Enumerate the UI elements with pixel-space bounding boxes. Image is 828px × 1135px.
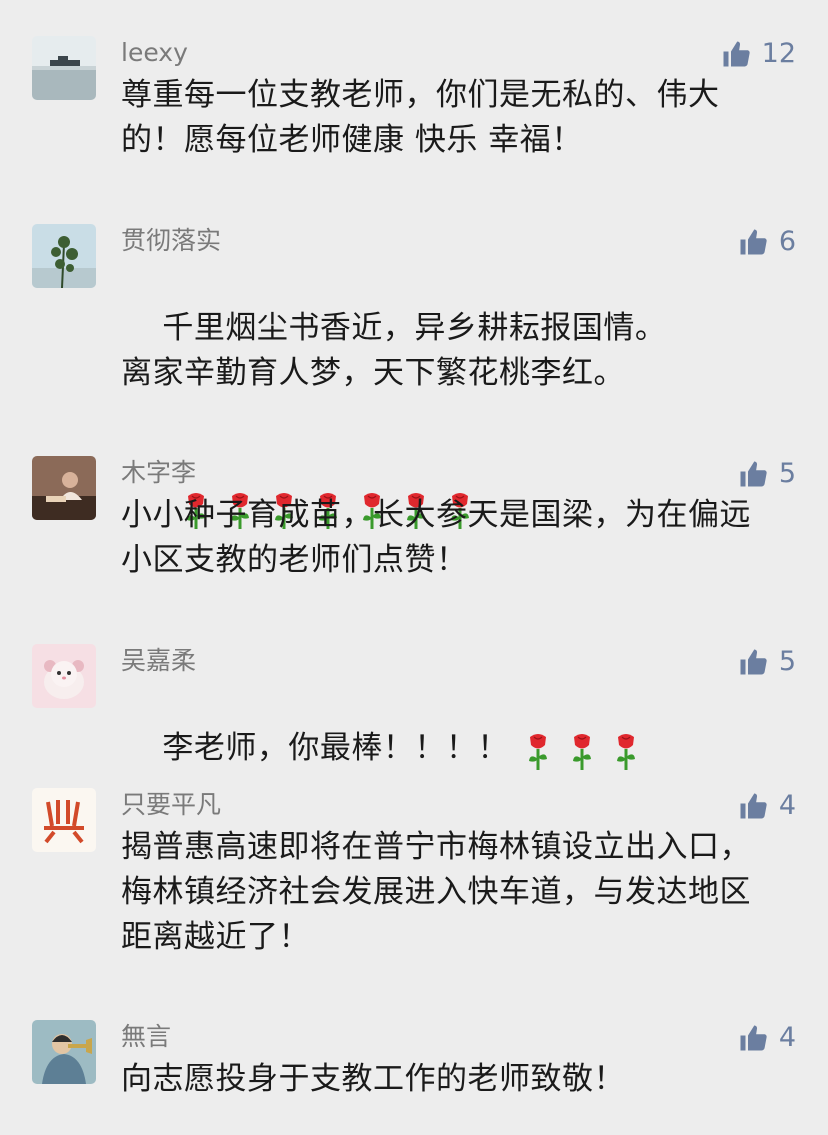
thumbs-up-icon (740, 461, 767, 487)
thumbs-up-icon (740, 1025, 767, 1051)
thumbs-up-icon (723, 41, 750, 67)
like-count: 12 (761, 38, 796, 69)
avatar[interactable] (32, 788, 96, 852)
rose-emoji-row (525, 727, 657, 772)
like-count: 4 (778, 790, 796, 821)
comment-item: 木字李 5 小小种子育成苗，长大参天是国梁，为在偏远 小区支教的老师们点赞！ (0, 456, 828, 596)
avatar[interactable] (32, 36, 96, 100)
thumbs-up-icon (740, 229, 767, 255)
person-reading-avatar (32, 456, 96, 520)
avatar[interactable] (32, 456, 96, 520)
avatar[interactable] (32, 224, 96, 288)
like-count: 5 (778, 458, 796, 489)
like-button[interactable]: 4 (738, 1022, 796, 1054)
comment-item: 贯彻落实 6 千里烟尘书香近，异乡耕耘报国情。 离家辛勤育人梦，天下繁花桃李红。 (0, 224, 828, 529)
like-button[interactable]: 4 (738, 790, 796, 822)
hamster-cartoon-avatar (32, 644, 96, 708)
person-with-trumpet-avatar (32, 1020, 96, 1084)
comment-text: 向志愿投身于支教工作的老师致敬！ (121, 1061, 625, 1097)
nickname[interactable]: 吴嘉柔 (121, 646, 196, 676)
like-count: 6 (778, 226, 796, 257)
like-button[interactable]: 5 (738, 458, 796, 490)
like-button[interactable]: 5 (738, 646, 796, 678)
thumbs-up-icon (740, 649, 767, 675)
calligraphy-character-avatar (32, 788, 96, 852)
rose-emoji (528, 733, 547, 770)
comment-item: 只要平凡 4 揭普惠高速即将在普宁市梅林镇设立出入口， 梅林镇经济社会发展进入快… (0, 788, 828, 968)
ship-on-sea-avatar (32, 36, 96, 100)
comment-text-content: 千里烟尘书香近，异乡耕耘报国情。 离家辛勤育人梦，天下繁花桃李红。 (121, 310, 667, 391)
comment-text-content: 李老师，你最棒！！！！ (162, 730, 509, 766)
nickname[interactable]: 贯彻落实 (121, 226, 221, 256)
plant-silhouette-avatar (32, 224, 96, 288)
like-button[interactable]: 6 (738, 226, 796, 258)
like-count: 4 (778, 1022, 796, 1053)
like-button[interactable]: 12 (721, 38, 796, 70)
nickname[interactable]: 無言 (121, 1022, 171, 1052)
rose-emoji (572, 733, 591, 770)
rose-emoji (616, 733, 635, 770)
thumbs-up-icon (740, 793, 767, 819)
nickname[interactable]: 木字李 (121, 458, 196, 488)
comment-item: 無言 4 向志愿投身于支教工作的老师致敬！ (0, 1020, 828, 1120)
comment-text: 尊重每一位支教老师，你们是无私的、伟大 的！愿每位老师健康 快乐 幸福！ (121, 77, 720, 158)
avatar[interactable] (32, 644, 96, 708)
nickname[interactable]: 只要平凡 (121, 790, 221, 820)
nickname[interactable]: leexy (121, 38, 188, 68)
avatar[interactable] (32, 1020, 96, 1084)
comment-text: 揭普惠高速即将在普宁市梅林镇设立出入口， 梅林镇经济社会发展进入快车道，与发达地… (121, 829, 751, 955)
comment-text: 小小种子育成苗，长大参天是国梁，为在偏远 小区支教的老师们点赞！ (121, 497, 751, 578)
like-count: 5 (778, 646, 796, 677)
comment-item: 吴嘉柔 5 李老师，你最棒！！！！ (0, 644, 828, 770)
comment-item: leexy 12 尊重每一位支教老师，你们是无私的、伟大 的！愿每位老师健康 快… (0, 36, 828, 176)
